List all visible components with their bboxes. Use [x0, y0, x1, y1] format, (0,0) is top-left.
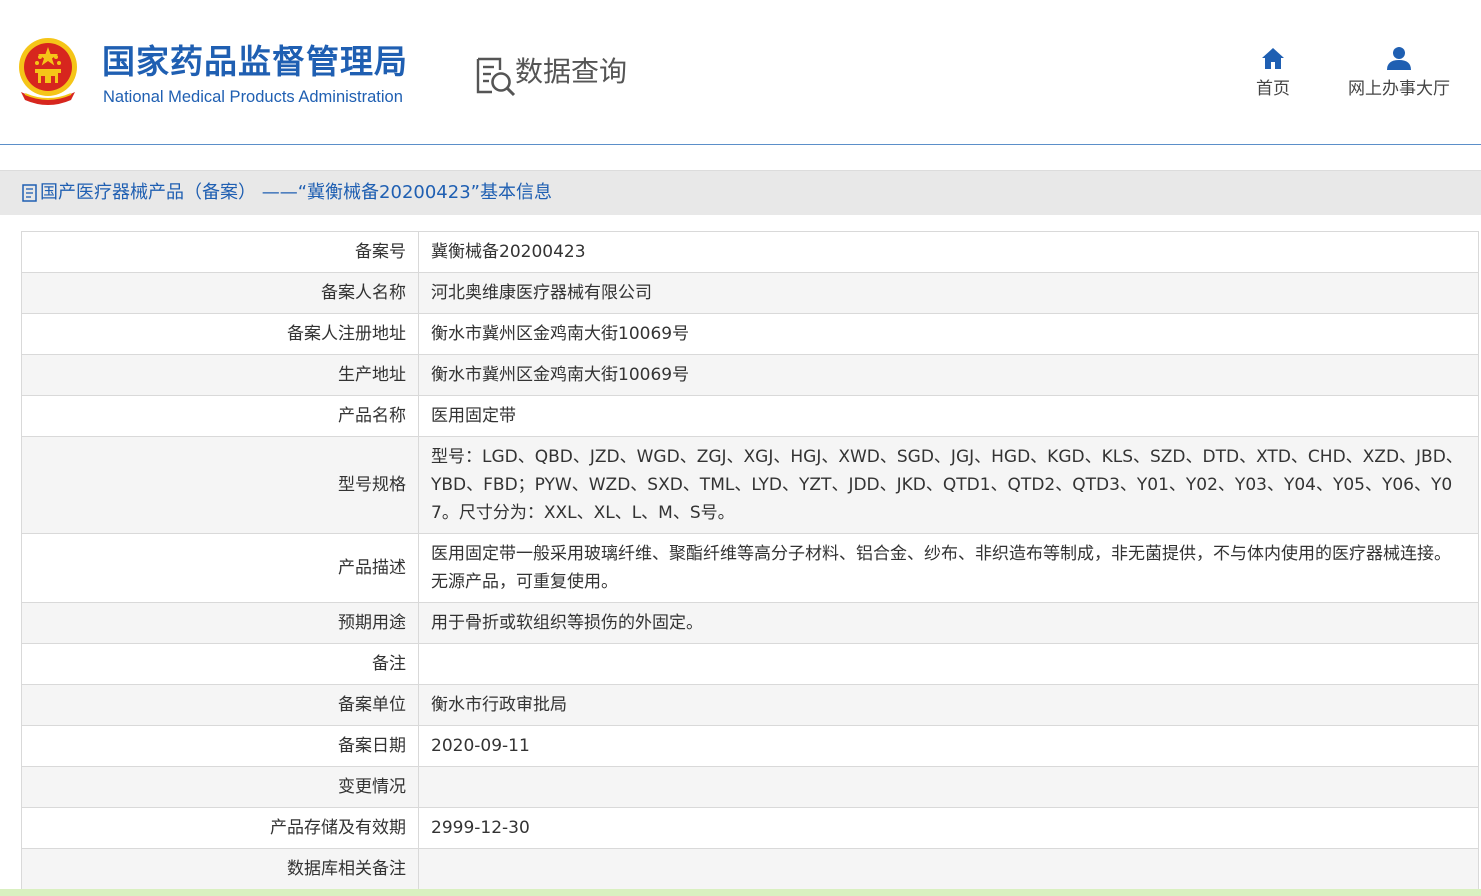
- national-emblem-icon: [19, 38, 77, 105]
- field-value: 医用固定带一般采用玻璃纤维、聚酯纤维等高分子材料、铝合金、纱布、非织造布等制成，…: [418, 533, 1479, 603]
- field-value: 用于骨折或软组织等损伤的外固定。: [418, 602, 1479, 644]
- field-value: 河北奥维康医疗器械有限公司: [418, 272, 1479, 314]
- field-value: 医用固定带: [418, 395, 1479, 437]
- section-title: 国产医疗器械产品（备案） ——“冀衡械备20200423”基本信息: [40, 182, 552, 203]
- nav-online-hall-link[interactable]: 网上办事大厅: [1340, 46, 1458, 100]
- field-label: 备案人名称: [21, 272, 419, 314]
- table-row: 备案号 冀衡械备20200423: [21, 231, 1479, 273]
- field-value: 衡水市冀州区金鸡南大街10069号: [418, 313, 1479, 355]
- field-label: 产品存储及有效期: [21, 807, 419, 849]
- table-row: 备案人名称 河北奥维康医疗器械有限公司: [21, 272, 1479, 314]
- site-logo-english[interactable]: National Medical Products Administration: [103, 87, 403, 107]
- data-query-title: 数据查询: [515, 55, 628, 88]
- field-label: 备案单位: [21, 684, 419, 726]
- site-header: 国家药品监督管理局 National Medical Products Admi…: [0, 0, 1481, 145]
- table-row: 型号规格 型号：LGD、QBD、JZD、WGD、ZGJ、XGJ、HGJ、XWD、S…: [21, 436, 1479, 534]
- table-row: 备案人注册地址 衡水市冀州区金鸡南大街10069号: [21, 313, 1479, 355]
- table-row: 生产地址 衡水市冀州区金鸡南大街10069号: [21, 354, 1479, 396]
- field-label: 备案号: [21, 231, 419, 273]
- site-logo-chinese[interactable]: 国家药品监督管理局: [102, 42, 408, 82]
- field-value: [418, 766, 1479, 808]
- field-value: 衡水市冀州区金鸡南大街10069号: [418, 354, 1479, 396]
- field-value: 冀衡械备20200423: [418, 231, 1479, 273]
- nav-online-hall-label: 网上办事大厅: [1348, 79, 1450, 99]
- field-label: 产品名称: [21, 395, 419, 437]
- field-value: [418, 848, 1479, 890]
- field-label: 数据库相关备注: [21, 848, 419, 890]
- table-row: 备注: [21, 643, 1479, 685]
- field-label: 型号规格: [21, 436, 419, 534]
- product-info-table: 备案号 冀衡械备20200423 备案人名称 河北奥维康医疗器械有限公司 备案人注册地址…: [21, 231, 1479, 890]
- field-label: 预期用途: [21, 602, 419, 644]
- field-label: 生产地址: [21, 354, 419, 396]
- field-value: 型号：LGD、QBD、JZD、WGD、ZGJ、XGJ、HGJ、XWD、SGD、J…: [418, 436, 1479, 534]
- field-label: 产品描述: [21, 533, 419, 603]
- table-row: 变更情况: [21, 766, 1479, 808]
- nav-home-label: 首页: [1256, 79, 1290, 99]
- field-label: 备注: [21, 643, 419, 685]
- table-row: 备案日期 2020-09-11: [21, 725, 1479, 767]
- table-row: 备案单位 衡水市行政审批局: [21, 684, 1479, 726]
- field-value: 2999-12-30: [418, 807, 1479, 849]
- table-row: 产品描述 医用固定带一般采用玻璃纤维、聚酯纤维等高分子材料、铝合金、纱布、非织造布…: [21, 533, 1479, 603]
- bottom-strip: [0, 889, 1481, 896]
- table-row: 产品名称 医用固定带: [21, 395, 1479, 437]
- field-value: 衡水市行政审批局: [418, 684, 1479, 726]
- user-icon: [1387, 47, 1411, 70]
- section-header: 国产医疗器械产品（备案） ——“冀衡械备20200423”基本信息: [0, 170, 1481, 215]
- table-row: 数据库相关备注: [21, 848, 1479, 890]
- field-label: 备案人注册地址: [21, 313, 419, 355]
- field-value: [418, 643, 1479, 685]
- table-row: 产品存储及有效期 2999-12-30: [21, 807, 1479, 849]
- field-label: 变更情况: [21, 766, 419, 808]
- table-row: 预期用途 用于骨折或软组织等损伤的外固定。: [21, 602, 1479, 644]
- document-icon: [22, 184, 37, 202]
- field-label: 备案日期: [21, 725, 419, 767]
- home-icon: [1262, 48, 1284, 69]
- nav-home-link[interactable]: 首页: [1243, 46, 1303, 100]
- field-value: 2020-09-11: [418, 725, 1479, 767]
- data-query-icon: [476, 57, 516, 97]
